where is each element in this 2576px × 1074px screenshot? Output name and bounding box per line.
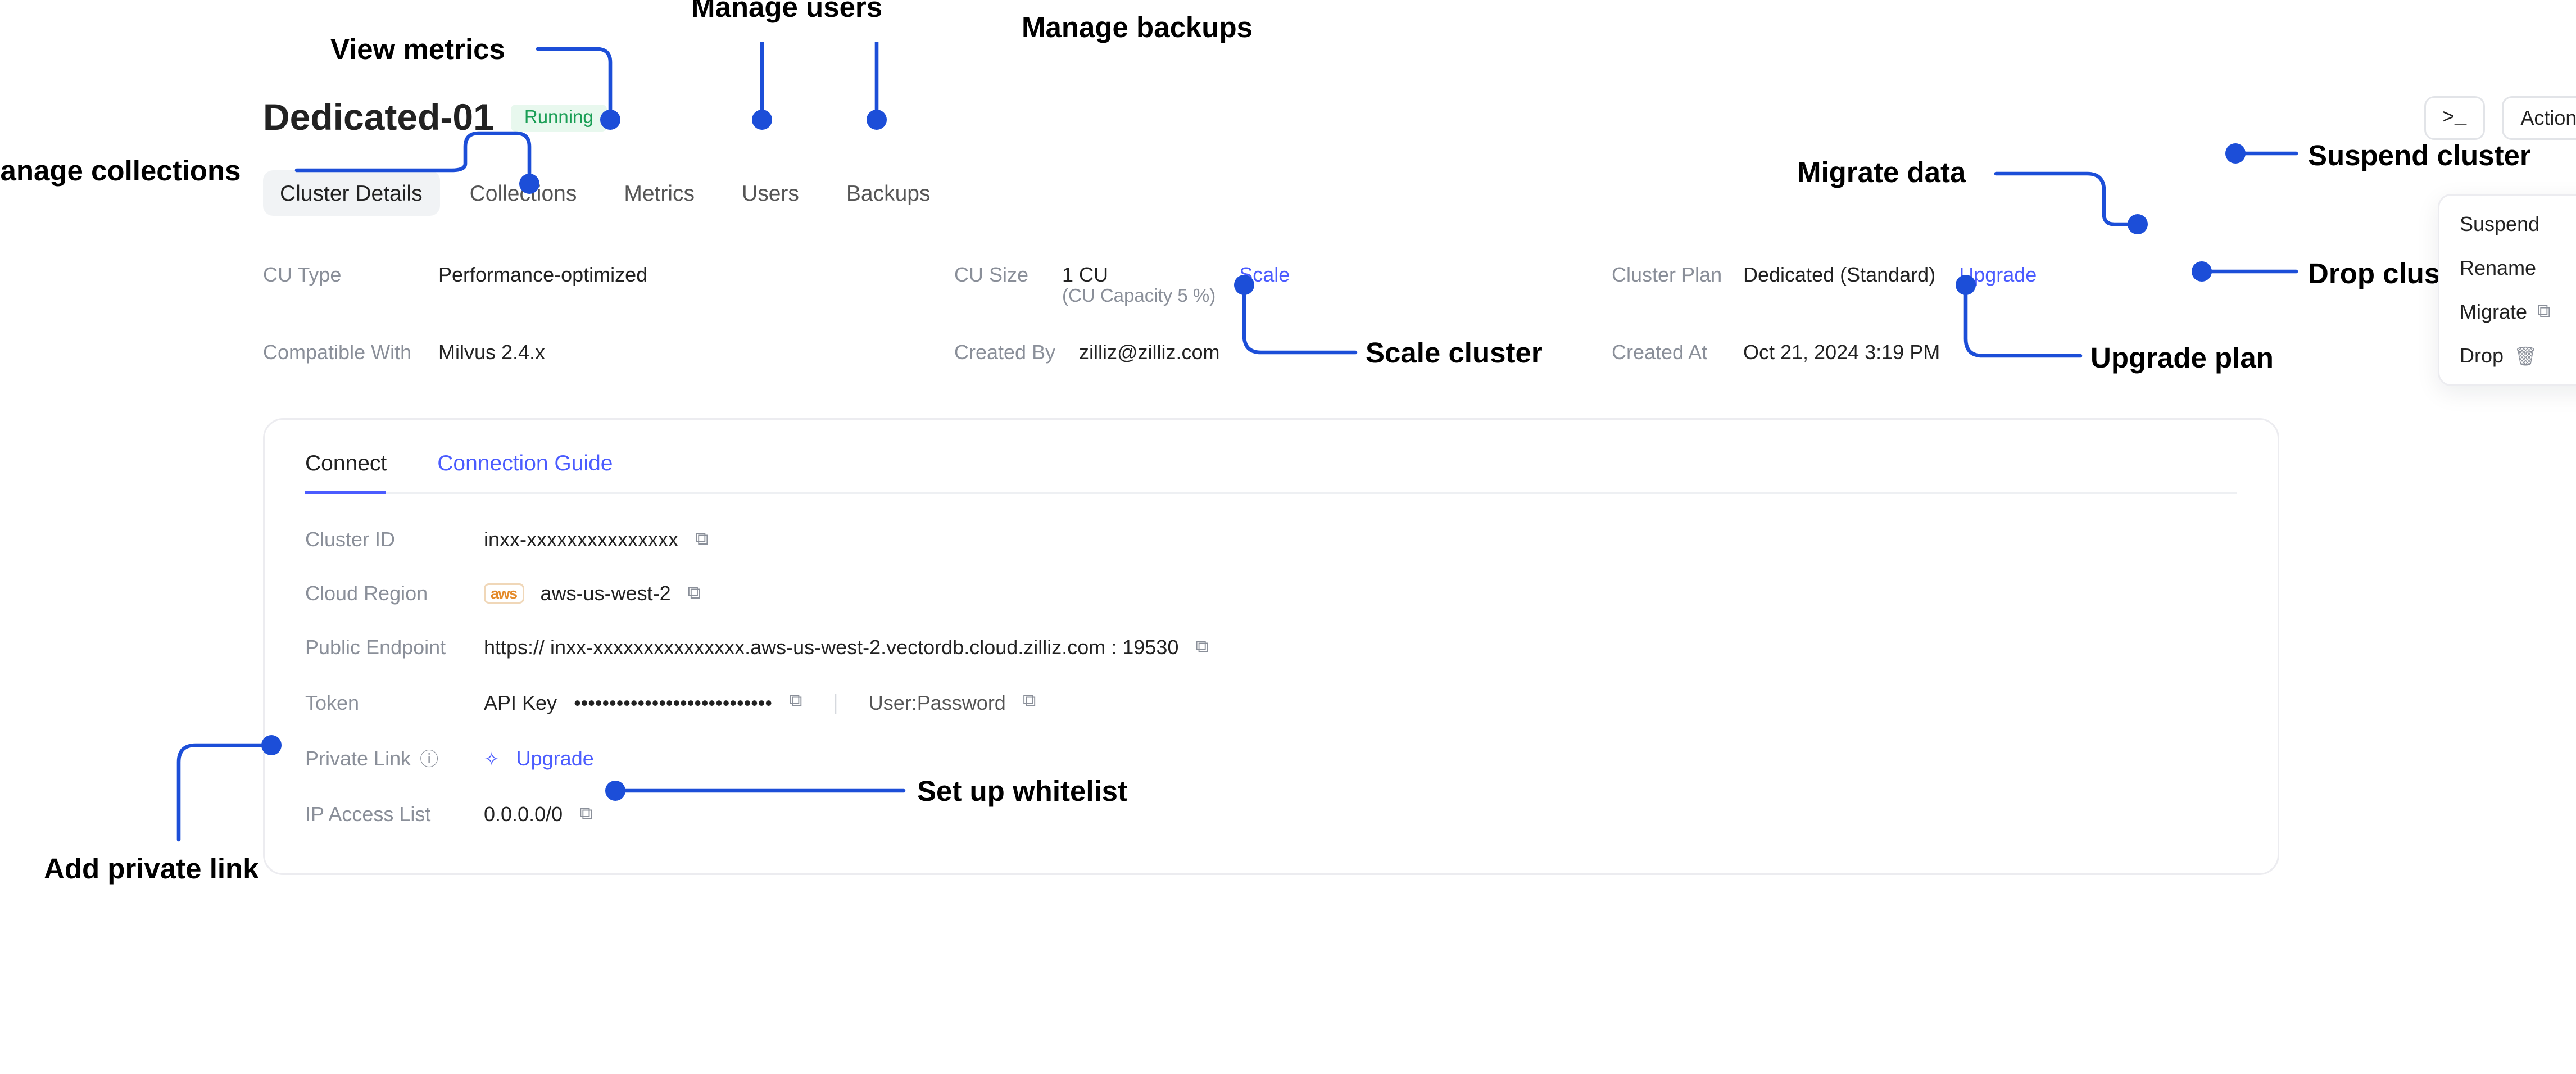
label-cluster-plan: Cluster Plan bbox=[1612, 263, 1730, 287]
label-token: Token bbox=[305, 691, 467, 714]
value-cluster-id: inxx-xxxxxxxxxxxxxxx bbox=[484, 528, 678, 551]
value-public-endpoint: https:// inxx-xxxxxxxxxxxxxxx.aws-us-wes… bbox=[484, 636, 1178, 659]
tab-backups[interactable]: Backups bbox=[829, 170, 947, 216]
copy-icon[interactable]: ⧉ bbox=[789, 691, 802, 713]
info-icon[interactable]: ⓘ bbox=[420, 750, 438, 771]
tab-metrics[interactable]: Metrics bbox=[607, 170, 711, 216]
value-created-by: zilliz@zilliz.com bbox=[1079, 341, 1220, 364]
cli-button[interactable]: >_ bbox=[2424, 96, 2485, 140]
cluster-name: Dedicated-01 bbox=[263, 96, 494, 140]
token-masked: •••••••••••••••••••••••••••• bbox=[574, 691, 772, 714]
private-link-upgrade[interactable]: Upgrade bbox=[516, 747, 594, 771]
label-cluster-id: Cluster ID bbox=[305, 528, 467, 551]
label-ip-access-list: IP Access List bbox=[305, 803, 467, 826]
terminal-icon: >_ bbox=[2442, 106, 2466, 130]
callout-view-metrics: View metrics bbox=[330, 34, 505, 67]
token-userpass[interactable]: User:Password bbox=[869, 691, 1006, 714]
label-cu-size: CU Size bbox=[954, 263, 1049, 287]
external-link-icon[interactable]: ⧉ bbox=[579, 804, 593, 826]
label-cu-type: CU Type bbox=[263, 263, 425, 287]
cluster-info-grid: CU Type Performance-optimized CU Size 1 … bbox=[263, 263, 2576, 364]
value-cu-size: 1 CU (CU Capacity 5 %) bbox=[1062, 263, 1216, 307]
label-compatible-with: Compatible With bbox=[263, 341, 425, 364]
actions-menu: Suspend Rename Migrate ⧉ Drop 🗑 bbox=[2438, 194, 2576, 386]
value-cloud-region: aws-us-west-2 bbox=[541, 582, 671, 605]
label-created-at: Created At bbox=[1612, 341, 1730, 364]
tab-users[interactable]: Users bbox=[725, 170, 816, 216]
conn-tab-connect[interactable]: Connect bbox=[305, 450, 387, 492]
copy-icon[interactable]: ⧉ bbox=[695, 529, 709, 551]
callout-manage-users: Manage users bbox=[691, 0, 882, 25]
menu-item-rename[interactable]: Rename bbox=[2439, 246, 2576, 290]
value-compatible-with: Milvus 2.4.x bbox=[438, 341, 545, 364]
external-link-icon: ⧉ bbox=[2537, 301, 2551, 323]
aws-icon: aws bbox=[484, 583, 524, 604]
label-created-by: Created By bbox=[954, 341, 1065, 364]
callout-add-private-link: Add private link bbox=[44, 853, 259, 887]
actions-button[interactable]: Actions ▾ bbox=[2502, 96, 2576, 140]
trash-icon: 🗑 bbox=[2514, 345, 2537, 367]
conn-tab-guide[interactable]: Connection Guide bbox=[437, 450, 613, 492]
cluster-tabs: Cluster Details Collections Metrics User… bbox=[263, 170, 2576, 216]
tab-cluster-details[interactable]: Cluster Details bbox=[263, 170, 439, 216]
label-cloud-region: Cloud Region bbox=[305, 582, 467, 605]
label-public-endpoint: Public Endpoint bbox=[305, 636, 467, 659]
value-cu-type: Performance-optimized bbox=[438, 263, 647, 287]
external-link-icon[interactable]: ⧉ bbox=[1023, 691, 1036, 713]
value-created-at: Oct 21, 2024 3:19 PM bbox=[1743, 341, 1940, 364]
connection-card: Connect Connection Guide Cluster ID inxx… bbox=[263, 418, 2279, 875]
menu-item-migrate[interactable]: Migrate ⧉ bbox=[2439, 290, 2576, 334]
callout-manage-collections: Manage collections bbox=[0, 155, 241, 189]
menu-item-suspend[interactable]: Suspend bbox=[2439, 202, 2576, 246]
gem-icon: ✧ bbox=[484, 748, 500, 770]
copy-icon[interactable]: ⧉ bbox=[1195, 637, 1209, 659]
value-ip-access-list: 0.0.0.0/0 bbox=[484, 803, 563, 826]
menu-item-drop[interactable]: Drop 🗑 bbox=[2439, 334, 2576, 378]
token-kind: API Key bbox=[484, 691, 557, 714]
status-badge: Running bbox=[511, 105, 607, 132]
copy-icon[interactable]: ⧉ bbox=[688, 583, 701, 605]
value-cluster-plan: Dedicated (Standard) bbox=[1743, 263, 1935, 287]
callout-manage-backups: Manage backups bbox=[1022, 12, 1253, 46]
label-private-link: Private Link ⓘ bbox=[305, 745, 467, 772]
